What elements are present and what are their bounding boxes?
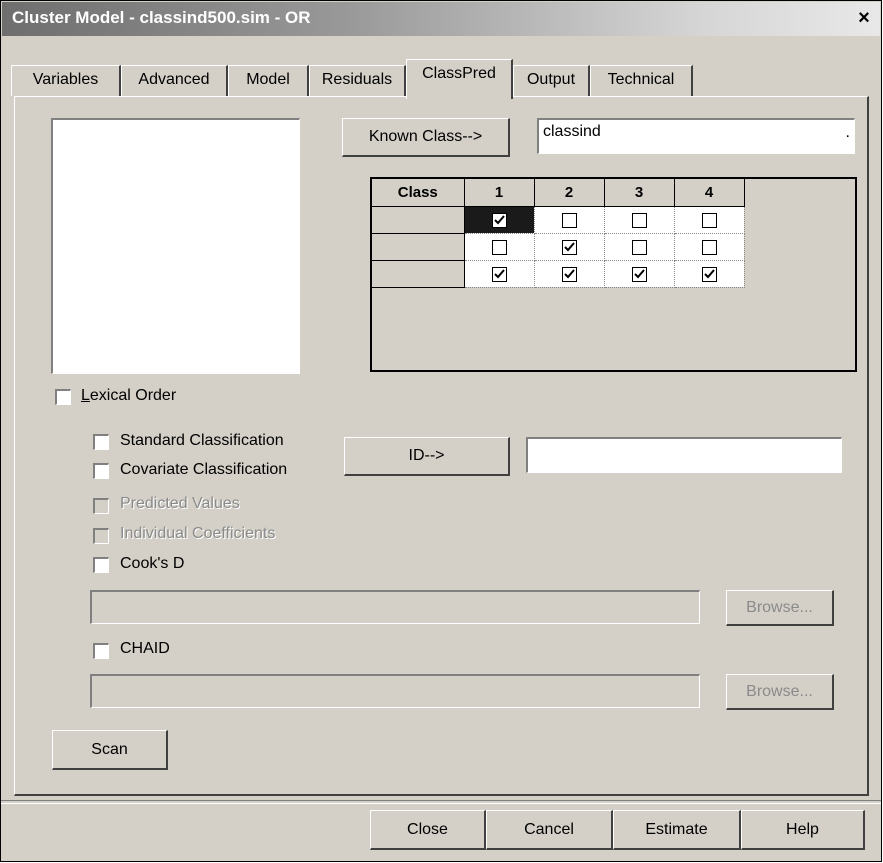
lexical-order-checkbox[interactable] bbox=[55, 389, 71, 405]
grid-cell[interactable] bbox=[464, 233, 535, 261]
estimate-button[interactable]: Estimate bbox=[613, 810, 741, 850]
known-class-value: classind bbox=[543, 123, 601, 140]
title-bar: Cluster Model - classind500.sim - OR × bbox=[2, 2, 880, 36]
grid-cell[interactable] bbox=[674, 260, 745, 288]
predicted-values-checkbox bbox=[93, 498, 109, 514]
individual-coefficients-checkbox bbox=[93, 528, 109, 544]
covariate-classification-label: Covariate Classification bbox=[120, 461, 288, 478]
check-icon bbox=[633, 268, 645, 279]
grid-col-3: 3 bbox=[604, 179, 675, 207]
grid-cell[interactable] bbox=[464, 260, 535, 288]
cooks-d-label: Cook's D bbox=[120, 555, 185, 572]
tab-classpred[interactable]: ClassPred bbox=[406, 59, 513, 99]
class-checkbox[interactable] bbox=[701, 239, 717, 255]
tab-residuals[interactable]: Residuals bbox=[309, 65, 406, 96]
grid-cell[interactable] bbox=[534, 233, 605, 261]
tab-technical[interactable]: Technical bbox=[590, 65, 693, 96]
chaid-checkbox[interactable] bbox=[93, 643, 109, 659]
known-class-button[interactable]: Known Class--> bbox=[342, 118, 510, 157]
footer-divider bbox=[1, 800, 881, 804]
class-checkbox[interactable] bbox=[491, 239, 507, 255]
chaid-browse-button: Browse... bbox=[726, 674, 834, 710]
tab-output[interactable]: Output bbox=[513, 65, 590, 96]
grid-col-4: 4 bbox=[674, 179, 745, 207]
grid-cell[interactable] bbox=[464, 206, 535, 234]
individual-coefficients-label: Individual Coefficients bbox=[120, 525, 276, 542]
grid-cell[interactable] bbox=[604, 260, 675, 288]
variable-list[interactable] bbox=[51, 118, 300, 374]
class-checkbox[interactable] bbox=[491, 212, 507, 228]
cooks-d-checkbox[interactable] bbox=[93, 557, 109, 573]
tab-variables[interactable]: Variables bbox=[11, 65, 121, 96]
class-checkbox[interactable] bbox=[561, 239, 577, 255]
help-button[interactable]: Help bbox=[741, 810, 865, 850]
grid-cell[interactable] bbox=[674, 206, 745, 234]
scan-button[interactable]: Scan bbox=[52, 730, 168, 770]
class-grid-table: Class 1 2 3 4 bbox=[372, 179, 745, 288]
close-button[interactable]: Close bbox=[370, 810, 486, 850]
grid-cell[interactable] bbox=[674, 233, 745, 261]
check-icon bbox=[703, 268, 715, 279]
cooks-d-browse-button: Browse... bbox=[726, 590, 834, 626]
chaid-file-field bbox=[90, 674, 700, 708]
class-checkbox[interactable] bbox=[491, 266, 507, 282]
tab-model[interactable]: Model bbox=[228, 65, 309, 96]
cooks-d-file-field bbox=[90, 590, 700, 624]
class-checkbox[interactable] bbox=[701, 212, 717, 228]
class-checkbox[interactable] bbox=[701, 266, 717, 282]
grid-row-header bbox=[372, 206, 465, 234]
lexical-order-label: Lexical Order bbox=[81, 387, 176, 405]
standard-classification-checkbox[interactable] bbox=[93, 434, 109, 450]
lexical-order-mnemonic: L bbox=[81, 387, 90, 404]
grid-cell[interactable] bbox=[604, 206, 675, 234]
predicted-values-label: Predicted Values bbox=[120, 495, 240, 512]
cluster-model-dialog: Cluster Model - classind500.sim - OR × V… bbox=[0, 0, 882, 862]
chaid-label: CHAID bbox=[120, 640, 170, 657]
grid-col-1: 1 bbox=[464, 179, 535, 207]
class-checkbox[interactable] bbox=[631, 212, 647, 228]
grid-header-class: Class bbox=[372, 179, 465, 207]
cancel-button[interactable]: Cancel bbox=[486, 810, 613, 850]
close-icon[interactable]: × bbox=[852, 8, 876, 30]
check-icon bbox=[493, 268, 505, 279]
class-checkbox[interactable] bbox=[561, 266, 577, 282]
grid-row-header bbox=[372, 233, 465, 261]
check-icon bbox=[563, 241, 575, 252]
class-checkbox[interactable] bbox=[561, 212, 577, 228]
class-assignment-grid: Class 1 2 3 4 bbox=[370, 177, 857, 372]
id-button[interactable]: ID--> bbox=[344, 437, 510, 476]
class-checkbox[interactable] bbox=[631, 239, 647, 255]
grid-cell[interactable] bbox=[604, 233, 675, 261]
tab-advanced[interactable]: Advanced bbox=[121, 65, 228, 96]
grid-cell[interactable] bbox=[534, 260, 605, 288]
class-checkbox[interactable] bbox=[631, 266, 647, 282]
grid-row-header bbox=[372, 260, 465, 288]
check-icon bbox=[493, 214, 505, 225]
covariate-classification-checkbox[interactable] bbox=[93, 463, 109, 479]
check-icon bbox=[563, 268, 575, 279]
field-end-mark: . bbox=[845, 124, 850, 141]
grid-col-2: 2 bbox=[534, 179, 605, 207]
grid-cell[interactable] bbox=[534, 206, 605, 234]
id-field[interactable] bbox=[526, 437, 842, 473]
standard-classification-label: Standard Classification bbox=[120, 432, 284, 449]
window-title: Cluster Model - classind500.sim - OR bbox=[12, 8, 311, 27]
known-class-field[interactable]: classind . bbox=[537, 118, 855, 154]
lexical-order-rest: exical Order bbox=[89, 387, 177, 404]
